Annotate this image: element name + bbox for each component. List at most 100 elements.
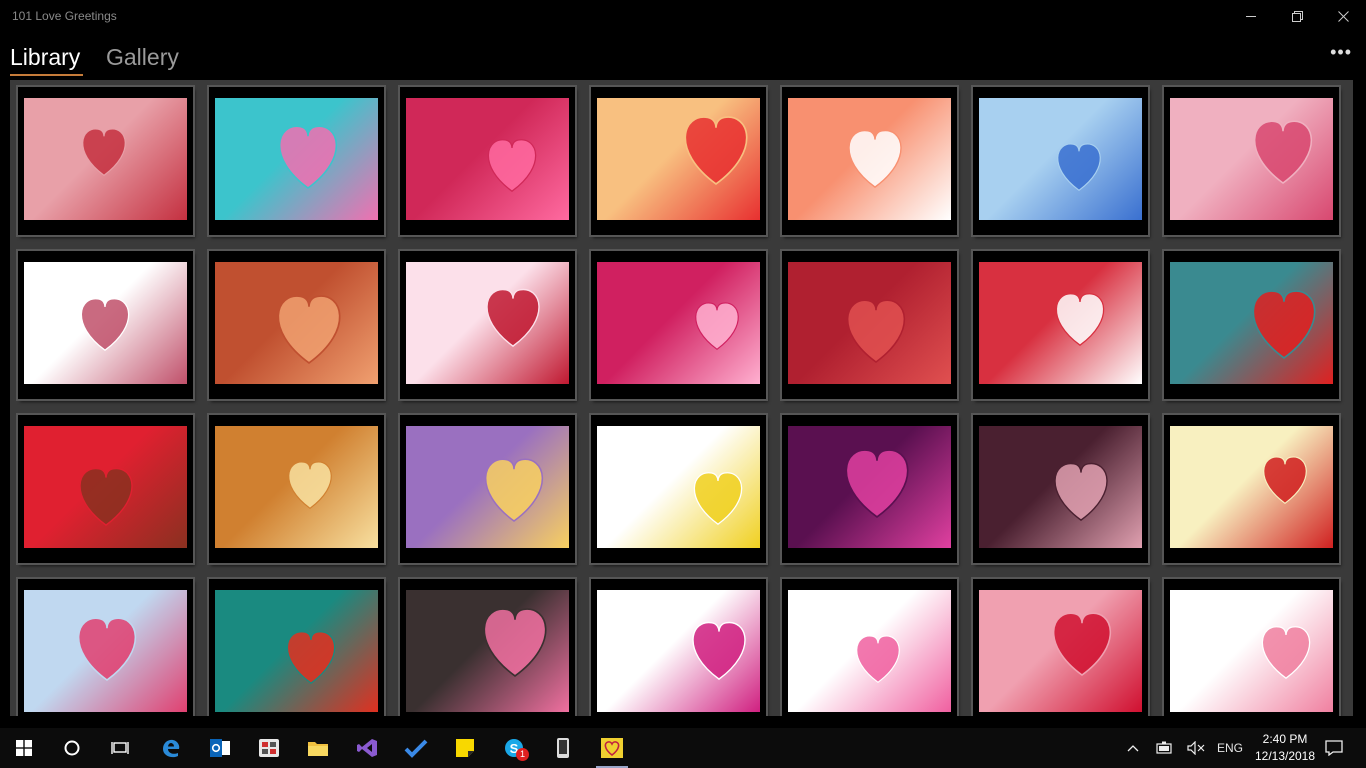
close-button[interactable]: [1320, 0, 1366, 32]
greeting-thumbnail-red-rose-card: [406, 262, 569, 384]
heart-motif-icon: [684, 116, 748, 185]
heart-motif-icon: [695, 302, 739, 350]
app-grid-icon: [259, 739, 279, 757]
heart-motif-icon: [845, 449, 909, 518]
greeting-card-tile[interactable]: [209, 251, 384, 399]
greeting-card-tile[interactable]: [400, 579, 575, 716]
greeting-thumbnail-teal-butterfly-heart: [215, 590, 378, 712]
sticky-notes-button[interactable]: [443, 728, 487, 768]
love-greetings-taskbar-button[interactable]: [590, 728, 634, 768]
cortana-button[interactable]: [50, 728, 94, 768]
love-greetings-icon: [601, 738, 623, 758]
greeting-card-tile[interactable]: [782, 251, 957, 399]
greeting-thumbnail-winter-couple: [24, 590, 187, 712]
more-icon[interactable]: •••: [1330, 42, 1352, 63]
skype-button[interactable]: S 1: [492, 728, 536, 768]
scrollbar[interactable]: [1353, 80, 1366, 716]
greeting-thumbnail-pink-swirl-hearts: [215, 98, 378, 220]
greeting-card-tile[interactable]: [400, 87, 575, 235]
input-language-button[interactable]: ENG: [1213, 728, 1247, 768]
visual-studio-button[interactable]: [345, 728, 389, 768]
heart-motif-icon: [484, 458, 544, 522]
heart-motif-icon: [80, 298, 130, 351]
greeting-card-tile[interactable]: [1164, 87, 1339, 235]
heart-motif-icon: [692, 621, 746, 680]
outlook-button[interactable]: [198, 728, 242, 768]
greeting-card-tile[interactable]: [400, 251, 575, 399]
greeting-thumbnail-love-cup: [979, 262, 1142, 384]
greeting-card-tile[interactable]: [1164, 579, 1339, 716]
greeting-card-tile[interactable]: [782, 415, 957, 563]
restore-button[interactable]: [1274, 0, 1320, 32]
greeting-thumbnail-swirl-heart-love: [597, 590, 760, 712]
greeting-card-tile[interactable]: [18, 415, 193, 563]
clock[interactable]: 2:40 PM 12/13/2018: [1250, 731, 1320, 765]
selected-tab-indicator: [10, 74, 83, 76]
tab-library[interactable]: Library: [10, 44, 80, 71]
greeting-card-tile[interactable]: [591, 87, 766, 235]
greeting-thumbnail-cartoon-couple-car: [597, 426, 760, 548]
chevron-up-icon: [1127, 745, 1139, 752]
start-button[interactable]: [2, 728, 46, 768]
outlook-icon: [210, 739, 230, 757]
greeting-card-tile[interactable]: [18, 87, 193, 235]
show-hidden-icons-button[interactable]: [1122, 728, 1144, 768]
restore-icon: [1291, 10, 1303, 22]
greeting-card-tile[interactable]: [591, 579, 766, 716]
greeting-card-tile[interactable]: [400, 415, 575, 563]
greeting-thumbnail-swing-couple: [406, 426, 569, 548]
app-grid-button[interactable]: [247, 728, 291, 768]
greeting-thumbnail-love-purple-flowers: [788, 426, 951, 548]
action-center-button[interactable]: [1318, 728, 1350, 768]
greeting-thumbnail-sparkle-heart: [406, 98, 569, 220]
heart-motif-icon: [846, 299, 906, 363]
battery-button[interactable]: [1150, 728, 1178, 768]
greeting-thumbnail-candy-hearts: [788, 262, 951, 384]
heart-motif-icon: [1057, 143, 1101, 191]
heart-motif-icon: [1054, 462, 1108, 521]
greeting-card-tile[interactable]: [973, 87, 1148, 235]
task-view-button[interactable]: [98, 728, 142, 768]
window-title: 101 Love Greetings: [12, 9, 117, 23]
heart-motif-icon: [77, 617, 137, 681]
greeting-card-tile[interactable]: [973, 579, 1148, 716]
todo-check-icon: [404, 739, 428, 758]
greeting-thumbnail-silhouette-couple-bench: [215, 262, 378, 384]
edge-button[interactable]: [149, 728, 193, 768]
library-grid: [10, 80, 1353, 716]
skype-badge: 1: [516, 748, 529, 761]
greeting-thumbnail-rose-valentine-card: [979, 590, 1142, 712]
cortana-icon: [64, 740, 80, 756]
greeting-card-tile[interactable]: [18, 251, 193, 399]
phone-button[interactable]: [541, 728, 585, 768]
minimize-button[interactable]: [1228, 0, 1274, 32]
clock-date: 12/13/2018: [1254, 749, 1316, 763]
greeting-card-tile[interactable]: [1164, 415, 1339, 563]
greeting-card-tile[interactable]: [973, 251, 1148, 399]
greeting-thumbnail-red-yarn-heart: [1170, 262, 1333, 384]
greeting-card-tile[interactable]: [973, 415, 1148, 563]
heart-motif-icon: [79, 467, 133, 526]
greeting-thumbnail-chocolate-heart-box: [24, 426, 187, 548]
greeting-thumbnail-pink-roses: [1170, 98, 1333, 220]
file-explorer-button[interactable]: [296, 728, 340, 768]
heart-motif-icon: [1055, 293, 1105, 346]
greeting-card-tile[interactable]: [591, 251, 766, 399]
heart-motif-icon: [277, 295, 341, 364]
volume-button[interactable]: [1184, 728, 1208, 768]
greeting-card-tile[interactable]: [209, 579, 384, 716]
greeting-card-tile[interactable]: [782, 579, 957, 716]
greeting-card-tile[interactable]: [782, 87, 957, 235]
greeting-thumbnail-blue-flower-heart: [979, 98, 1142, 220]
greeting-card-tile[interactable]: [209, 415, 384, 563]
greeting-card-tile[interactable]: [209, 87, 384, 235]
minimize-icon: [1246, 15, 1256, 17]
visual-studio-icon: [357, 739, 377, 757]
tab-gallery[interactable]: Gallery: [106, 44, 179, 71]
phone-icon: [557, 738, 569, 758]
greeting-thumbnail-bubbles-penguin: [979, 426, 1142, 548]
greeting-card-tile[interactable]: [18, 579, 193, 716]
greeting-card-tile[interactable]: [591, 415, 766, 563]
todo-button[interactable]: [394, 728, 438, 768]
greeting-card-tile[interactable]: [1164, 251, 1339, 399]
